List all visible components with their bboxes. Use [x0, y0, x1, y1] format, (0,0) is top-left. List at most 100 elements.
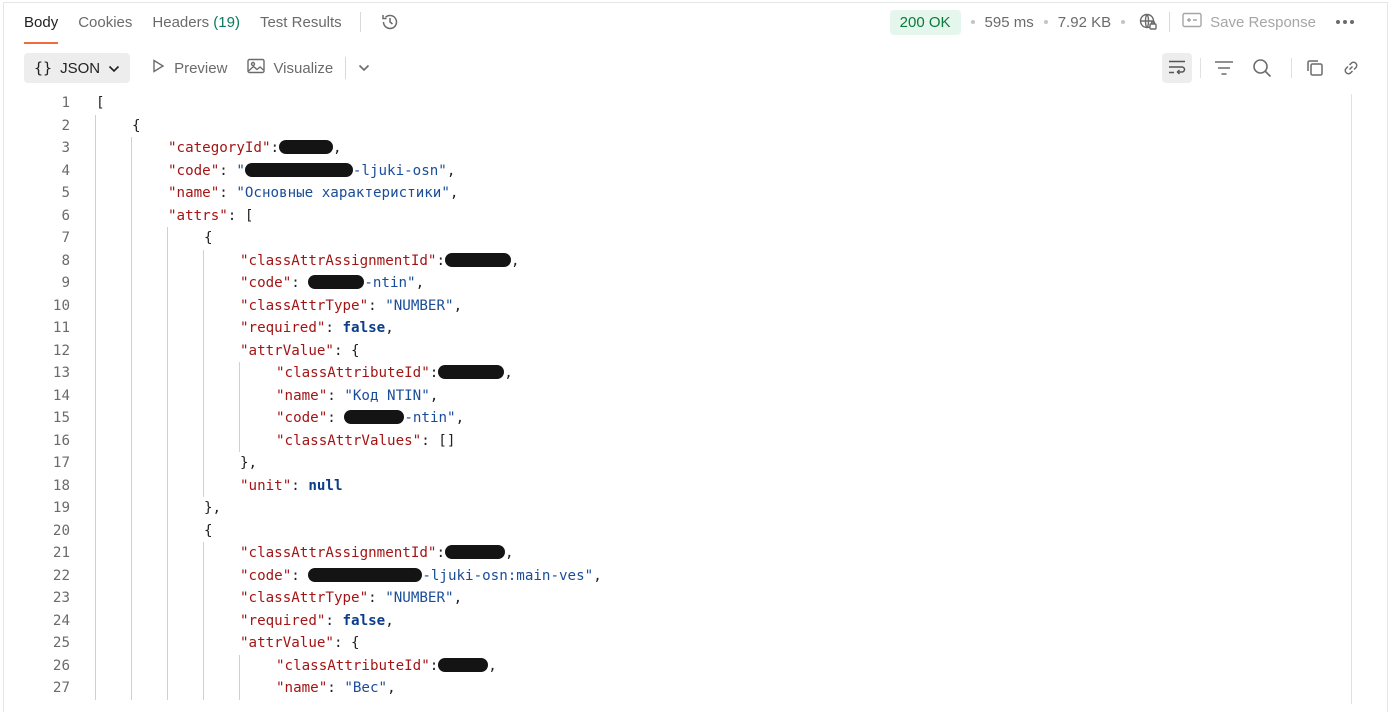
- code-text: "name": "Основные характеристики",: [168, 182, 458, 205]
- json-punct: : []: [421, 432, 456, 449]
- separator-dot: [970, 20, 975, 24]
- json-string: -ljuki-osn:main-ves": [422, 567, 594, 584]
- json-punct: : {: [333, 635, 360, 651]
- history-icon[interactable]: [377, 9, 403, 35]
- wrap-lines-icon[interactable]: [1162, 53, 1192, 83]
- json-punct: :: [436, 252, 446, 269]
- json-key: "code": [168, 162, 220, 179]
- more-icon[interactable]: [1332, 9, 1358, 35]
- response-body-editor[interactable]: 1[2{3 "categoryId":, 4 "code": " -ljuki-osn"…: [24, 92, 1354, 708]
- line-number: 11: [52, 320, 70, 336]
- json-punct: :: [291, 275, 309, 291]
- json-punct: ,: [505, 545, 514, 561]
- tab-label: Body: [24, 13, 59, 31]
- code-text: "code": -ntin",: [276, 407, 464, 430]
- json-string: -ntin": [364, 275, 416, 291]
- json-key: "attrValue": [240, 342, 334, 359]
- json-punct: ,: [333, 140, 342, 156]
- preview-button[interactable]: Preview: [150, 58, 227, 78]
- json-punct: :: [327, 387, 345, 404]
- code-text: "classAttrAssignmentId":,: [240, 542, 514, 565]
- json-punct: [: [96, 95, 105, 111]
- indent-guide: [203, 249, 204, 497]
- braces-icon: {}: [34, 59, 53, 77]
- code-line: 3 "categoryId":,: [24, 137, 1344, 160]
- code-text: {: [204, 520, 213, 543]
- globe-icon[interactable]: [1135, 9, 1161, 35]
- code-text: "code": " -ljuki-osn",: [168, 160, 455, 183]
- indent-guide: [95, 114, 96, 700]
- status-badge[interactable]: 200 OK: [889, 9, 961, 35]
- code-line: 18 "unit": null: [24, 475, 1344, 498]
- response-size[interactable]: 7.92 KB: [1058, 14, 1111, 31]
- json-key: "name": [168, 185, 220, 201]
- save-response-button[interactable]: Save Response: [1182, 12, 1316, 32]
- line-number: 17: [52, 455, 70, 471]
- line-number: 8: [61, 252, 70, 269]
- code-line: 22 "code": -ljuki-osn:main-ves",: [24, 565, 1344, 588]
- json-punct: :: [325, 320, 343, 336]
- json-punct: ,: [504, 365, 513, 381]
- code-line: 20 {: [24, 520, 1344, 543]
- separator-dot: [1121, 20, 1126, 24]
- json-punct: :: [219, 162, 237, 179]
- code-line: 8 "classAttrAssignmentId":,: [24, 250, 1344, 273]
- json-punct: {: [204, 230, 213, 246]
- filter-icon[interactable]: [1209, 53, 1239, 83]
- json-key: "classAttrAssignmentId": [240, 545, 437, 561]
- image-icon: [247, 58, 266, 78]
- search-icon[interactable]: [1247, 53, 1277, 83]
- line-number: 5: [61, 185, 70, 201]
- tab-test-results[interactable]: Test Results: [260, 0, 342, 44]
- editor-scrollbar[interactable]: [1351, 94, 1352, 704]
- code-line: 21 "classAttrAssignmentId":,: [24, 542, 1344, 565]
- line-number: 10: [52, 297, 70, 314]
- line-number: 27: [52, 680, 70, 696]
- link-icon[interactable]: [1336, 53, 1366, 83]
- chevron-down-icon: [108, 60, 120, 77]
- code-text: },: [204, 497, 221, 520]
- visualize-button[interactable]: Visualize: [247, 58, 333, 78]
- json-key: "name": [276, 680, 328, 696]
- code-text: "classAttributeId":,: [276, 362, 513, 385]
- json-punct: :: [325, 612, 343, 629]
- format-selector[interactable]: {} JSON: [24, 53, 131, 83]
- code-text: "name": "Код NTIN",: [276, 385, 438, 408]
- json-punct: :: [291, 567, 309, 584]
- json-string: -ljuki-osn": [352, 162, 447, 179]
- json-punct: {: [132, 117, 141, 134]
- json-key: "code": [240, 275, 292, 291]
- code-line: 6 "attrs": [: [24, 205, 1344, 228]
- redacted-value: [438, 365, 505, 379]
- tab-headers[interactable]: Headers (19): [152, 0, 240, 44]
- save-response-icon: [1182, 12, 1202, 32]
- code-text: "classAttrType": "NUMBER",: [240, 295, 462, 318]
- json-punct: ,: [449, 185, 459, 201]
- copy-icon[interactable]: [1300, 53, 1330, 83]
- line-number: 9: [61, 275, 70, 291]
- line-number: 26: [52, 657, 70, 674]
- code-text: },: [240, 452, 257, 475]
- tab-cookies[interactable]: Cookies: [78, 0, 132, 44]
- json-string: "Вес": [344, 680, 388, 696]
- tab-body[interactable]: Body: [24, 0, 59, 44]
- visualize-dropdown[interactable]: [358, 59, 370, 77]
- json-punct: :: [429, 657, 439, 674]
- response-time[interactable]: 595 ms: [985, 14, 1034, 31]
- json-key: "classAttributeId": [276, 365, 430, 381]
- indent-guide: [131, 137, 132, 700]
- divider: [1169, 12, 1171, 32]
- code-text: "classAttributeId":,: [276, 655, 497, 678]
- redacted-value: [308, 567, 423, 582]
- indent-guide: [239, 654, 240, 700]
- divider: [1200, 58, 1201, 78]
- json-key: "code": [276, 410, 328, 426]
- json-punct: },: [240, 455, 258, 471]
- code-text: [: [96, 92, 105, 115]
- indent-guide: [203, 542, 204, 700]
- code-line: 9 "code": -ntin",: [24, 272, 1344, 295]
- line-number: 4: [61, 162, 70, 179]
- json-punct: :: [368, 297, 386, 314]
- code-line: 13 "classAttributeId":,: [24, 362, 1344, 385]
- code-text: "attrs": [: [168, 205, 253, 228]
